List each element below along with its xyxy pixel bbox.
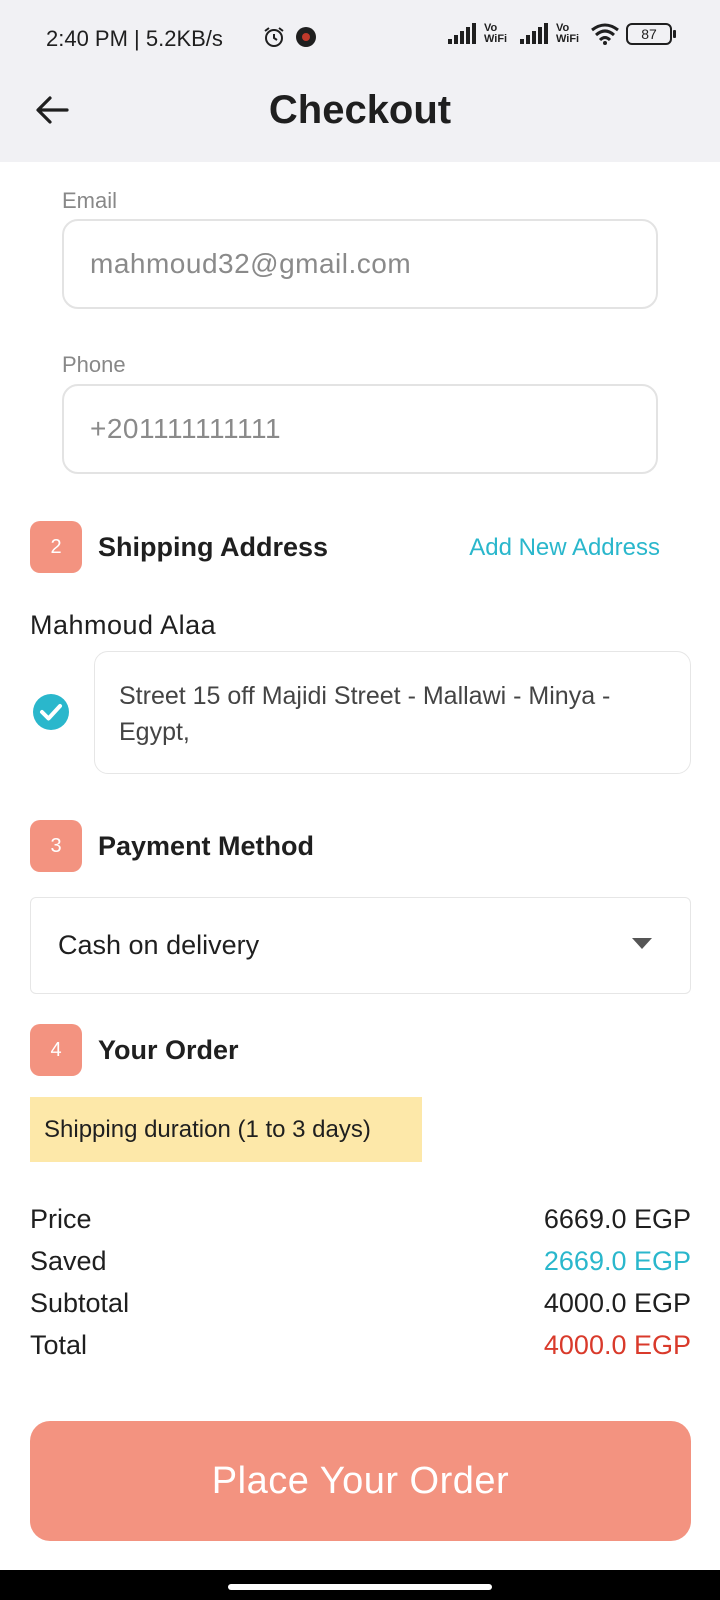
place-order-button[interactable]: Place Your Order: [30, 1421, 691, 1541]
caret-down-icon: [632, 938, 652, 949]
app-notification-icon: [296, 27, 316, 47]
payment-method-select[interactable]: Cash on delivery: [30, 897, 691, 994]
shipping-section-header: 2 Shipping Address: [30, 521, 328, 573]
vowifi-label: Vo WiFi: [556, 22, 580, 45]
email-field[interactable]: mahmoud32@gmail.com: [62, 219, 658, 309]
step-badge: 4: [30, 1024, 82, 1076]
total-label: Total: [30, 1330, 88, 1360]
status-left-icons: [262, 25, 318, 49]
price-label: Price: [30, 1204, 92, 1234]
app-bar: Checkout: [0, 70, 720, 162]
price-value: 6669.0 EGP: [543, 1204, 691, 1234]
signal-icon: [520, 23, 548, 44]
step-badge: 2: [30, 521, 82, 573]
status-bar: 2:40 PM | 5.2KB/s Vo WiFi Vo WiFi 87: [0, 0, 720, 70]
phone-field[interactable]: +201111111111: [62, 384, 658, 474]
saved-label: Saved: [30, 1246, 107, 1276]
email-label: Email: [62, 188, 118, 213]
navigation-bar: [0, 1570, 720, 1600]
subtotal-value: 4000.0 EGP: [543, 1288, 691, 1318]
saved-row: Saved 2669.0 EGP: [30, 1246, 691, 1277]
status-time: 2:40 PM | 5.2KB/s: [46, 26, 223, 51]
battery-indicator: 87: [626, 23, 676, 45]
total-value: 4000.0 EGP: [543, 1330, 691, 1360]
phone-label: Phone: [62, 352, 126, 377]
order-section-header: 4 Your Order: [30, 1024, 239, 1076]
status-right-icons: Vo WiFi Vo WiFi 87: [446, 22, 676, 46]
signal-icon: [448, 23, 476, 44]
step-badge: 3: [30, 820, 82, 872]
page-title: Checkout: [268, 88, 452, 132]
saved-value: 2669.0 EGP: [543, 1246, 691, 1276]
shipping-duration-note: Shipping duration (1 to 3 days): [30, 1097, 422, 1162]
address-card[interactable]: Street 15 off Majidi Street - Mallawi - …: [94, 651, 691, 774]
section-title: Shipping Address: [98, 531, 329, 562]
check-circle-icon[interactable]: [32, 693, 70, 731]
alarm-icon: [264, 27, 284, 47]
wifi-icon: [591, 23, 619, 45]
payment-method-value: Cash on delivery: [58, 930, 260, 960]
subtotal-row: Subtotal 4000.0 EGP: [30, 1288, 691, 1319]
home-indicator[interactable]: [228, 1584, 492, 1590]
section-title: Payment Method: [98, 830, 315, 861]
payment-section-header: 3 Payment Method: [30, 820, 314, 872]
vowifi-label: Vo WiFi: [484, 22, 508, 45]
section-title: Your Order: [98, 1034, 239, 1065]
price-row: Price 6669.0 EGP: [30, 1204, 691, 1235]
recipient-name: Mahmoud Alaa: [30, 610, 217, 640]
total-row: Total 4000.0 EGP: [30, 1330, 691, 1361]
subtotal-label: Subtotal: [30, 1288, 130, 1318]
add-new-address-link[interactable]: Add New Address: [469, 534, 660, 562]
